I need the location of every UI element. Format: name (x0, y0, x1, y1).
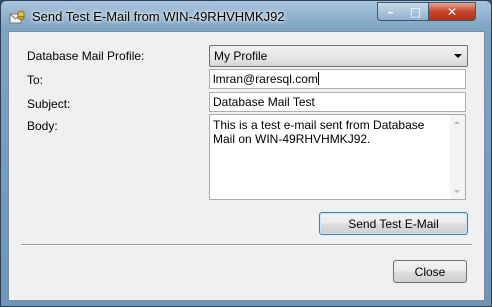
minimize-icon: – (387, 4, 394, 19)
separator (21, 244, 472, 246)
close-window-button[interactable]: ✕ (429, 2, 476, 21)
chevron-down-icon (454, 54, 462, 58)
to-field[interactable]: lmran@raresql.com (209, 69, 466, 89)
dialog-window: Send Test E-Mail from WIN-49RHVHMKJ92 – … (0, 0, 492, 307)
minimize-button[interactable]: – (377, 2, 404, 21)
subject-field[interactable]: Database Mail Test (209, 92, 466, 112)
profile-value: My Profile (214, 49, 268, 63)
to-label: To: (27, 73, 44, 87)
profile-label: Database Mail Profile: (27, 49, 145, 63)
title-bar[interactable]: Send Test E-Mail from WIN-49RHVHMKJ92 – … (1, 1, 491, 31)
close-button[interactable]: Close (393, 260, 467, 283)
text-cursor (317, 72, 319, 85)
profile-dropdown[interactable]: My Profile (209, 45, 468, 67)
to-value: lmran@raresql.com (213, 72, 318, 86)
body-label: Body: (27, 119, 58, 133)
close-icon: ✕ (446, 4, 458, 19)
dialog-client-area: Database Mail Profile: My Profile To: lm… (8, 31, 485, 301)
subject-value: Database Mail Test (213, 95, 315, 109)
send-button-label: Send Test E-Mail (348, 216, 439, 231)
maximize-button[interactable]: □ (403, 2, 429, 21)
body-scrollbar[interactable] (450, 115, 465, 199)
maximize-icon: □ (409, 4, 422, 19)
close-button-label: Close (414, 264, 446, 279)
database-mail-icon (9, 11, 25, 24)
body-value: This is a test e-mail sent from Database… (213, 118, 425, 146)
body-textarea[interactable]: This is a test e-mail sent from Database… (209, 114, 466, 200)
scroll-up-icon[interactable] (454, 121, 460, 124)
window-title: Send Test E-Mail from WIN-49RHVHMKJ92 (32, 9, 285, 24)
send-test-email-button[interactable]: Send Test E-Mail (319, 212, 468, 235)
subject-label: Subject: (27, 97, 71, 111)
scroll-down-icon[interactable] (454, 190, 460, 193)
